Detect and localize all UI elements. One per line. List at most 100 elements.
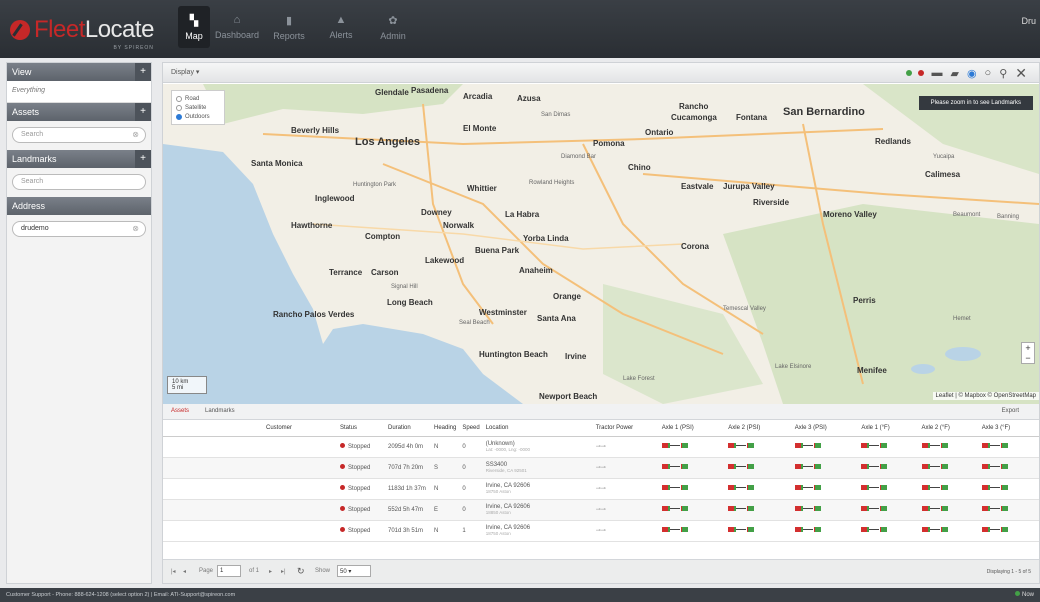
table-row[interactable]: Stopped 701d 3h 51m N 1 Irvine, CA 92606 1875…: [163, 520, 1039, 542]
first-page-button[interactable]: |◂: [171, 568, 176, 575]
clear-icon[interactable]: ⊗: [132, 130, 139, 139]
view-expand-icon[interactable]: +: [135, 63, 151, 81]
nav-reports[interactable]: ▮ Reports: [264, 6, 314, 48]
table-row[interactable]: Stopped 2095d 4h 0m N 0 (Unknown) Lat: -0000,…: [163, 436, 1039, 458]
cell-axle: [791, 478, 859, 500]
clear-icon[interactable]: ⊗: [132, 224, 139, 233]
power-plug-icon: ⊸⊸: [595, 507, 606, 513]
map-label-rancho: Rancho: [679, 102, 709, 111]
assets-expand-icon[interactable]: +: [135, 103, 151, 121]
column-header-heading[interactable]: Heading: [431, 420, 460, 437]
assets-search-input[interactable]: Search ⊗: [12, 127, 146, 143]
cell-location[interactable]: Irvine, CA 92606 18750 Aston: [482, 520, 593, 542]
axle-tire-icon: [981, 485, 1008, 490]
column-header-location[interactable]: Location: [482, 420, 593, 437]
logo-locate-text: Locate: [84, 16, 155, 43]
tab-landmarks[interactable]: Landmarks: [205, 408, 235, 414]
status-text: Stopped: [348, 444, 371, 450]
map-label-beaumont: Beaumont: [953, 212, 981, 218]
circle-icon[interactable]: ○: [985, 67, 992, 79]
layer-outdoors[interactable]: Outdoors: [176, 112, 220, 121]
map-view[interactable]: Glendale Pasadena Arcadia Azusa San Dima…: [163, 84, 1039, 404]
support-info[interactable]: Customer Support - Phone: 888-624-1208 (…: [6, 592, 235, 598]
view-header[interactable]: View +: [7, 63, 151, 81]
display-dropdown[interactable]: Display ▾: [171, 68, 199, 76]
map-label-fontana: Fontana: [736, 113, 768, 122]
search-icon[interactable]: ⚲: [999, 67, 1007, 80]
user-menu[interactable]: Dru: [1021, 16, 1036, 26]
column-header-axle2-temp[interactable]: Axle 2 (°F): [918, 420, 979, 437]
cluster-icon[interactable]: ▰: [950, 67, 958, 80]
map-label-san-bernardino: San Bernardino: [783, 106, 865, 118]
layer-satellite[interactable]: Satellite: [176, 103, 220, 112]
column-header-tractor-power[interactable]: Tractor Power: [592, 420, 659, 437]
map-label-whittier: Whittier: [467, 184, 497, 193]
map-label-anaheim: Anaheim: [519, 266, 553, 275]
layer-road[interactable]: Road: [176, 94, 220, 103]
location-subtext: Riverside, CA 92501: [485, 468, 527, 473]
column-header-axle1-psi[interactable]: Axle 1 (PSI): [658, 420, 726, 437]
column-header-axle3-psi[interactable]: Axle 3 (PSI): [791, 420, 859, 437]
map-label-arcadia: Arcadia: [463, 92, 493, 101]
cell-axle: [978, 478, 1039, 500]
table-row[interactable]: Stopped 707d 7h 20m S 0 SS3400 Riverside, CA …: [163, 457, 1039, 479]
nav-admin[interactable]: ✿ Admin: [368, 6, 418, 48]
zoom-in-button[interactable]: +: [1022, 343, 1034, 353]
landmarks-search-placeholder: Search: [21, 178, 44, 185]
next-page-button[interactable]: ▸: [269, 568, 272, 575]
fullscreen-icon[interactable]: ✕: [1015, 65, 1027, 82]
grid-pager: |◂ ◂ Page 1 of 1 ▸ ▸| ↻ Show 50 ▾ Displa…: [163, 559, 1039, 583]
column-header-axle1-temp[interactable]: Axle 1 (°F): [858, 420, 919, 437]
cell-heading: S: [431, 457, 460, 479]
tab-assets[interactable]: Assets: [171, 408, 189, 414]
table-body: Stopped 2095d 4h 0m N 0 (Unknown) Lat: -0000,…: [163, 436, 1039, 542]
moving-status-icon[interactable]: [906, 70, 913, 76]
axle-tire-icon: [981, 527, 1008, 532]
view-value[interactable]: Everything: [7, 81, 151, 103]
address-header[interactable]: Address: [7, 197, 151, 215]
stopped-status-icon[interactable]: [918, 70, 925, 76]
assets-search-placeholder: Search: [21, 131, 44, 138]
last-page-button[interactable]: ▸|: [281, 568, 286, 575]
table-row[interactable]: Stopped 1183d 1h 37m N 0 Irvine, CA 92606 187…: [163, 478, 1039, 500]
axle-tire-icon: [661, 485, 688, 490]
assets-header[interactable]: Assets +: [7, 103, 151, 121]
column-header-duration[interactable]: Duration: [385, 420, 431, 437]
column-header-axle2-psi[interactable]: Axle 2 (PSI): [725, 420, 792, 437]
column-header-axle3-temp[interactable]: Axle 3 (°F): [978, 420, 1039, 437]
cell-axle: [858, 499, 919, 521]
truck-icon[interactable]: ▬: [931, 67, 942, 79]
landmarks-header[interactable]: Landmarks +: [7, 150, 151, 168]
assets-header-label: Assets: [12, 107, 40, 117]
cell-heading: N: [431, 436, 460, 458]
map-label-hemet: Hemet: [953, 316, 971, 322]
nav-alerts[interactable]: ▲ Alerts: [316, 6, 366, 48]
nav-dashboard[interactable]: ⌂ Dashboard: [212, 6, 262, 48]
landmarks-search-input[interactable]: Search: [12, 174, 146, 190]
column-header-speed[interactable]: Speed: [459, 420, 483, 437]
map-attribution[interactable]: Leaflet | © Mapbox © OpenStreetMap: [932, 392, 1039, 400]
table-row[interactable]: Stopped 552d 5h 47m E 0 Irvine, CA 92606 1885…: [163, 499, 1039, 521]
cell-location[interactable]: Irvine, CA 92606 18750 Aston: [482, 478, 593, 500]
column-header-name[interactable]: [163, 420, 263, 437]
prev-page-button[interactable]: ◂: [183, 568, 186, 575]
page-size-select[interactable]: 50 ▾: [337, 565, 371, 577]
logo-subtitle: BY SPIREON: [113, 45, 154, 51]
target-icon[interactable]: ◉: [967, 67, 977, 80]
address-search-input[interactable]: drudemo ⊗: [12, 221, 146, 237]
page-input[interactable]: 1: [217, 565, 241, 577]
zoom-out-button[interactable]: −: [1022, 353, 1034, 363]
cell-location[interactable]: (Unknown) Lat: -0000, Lng: -0000: [482, 436, 593, 458]
nav-map[interactable]: ▚ Map: [178, 6, 210, 48]
refresh-icon[interactable]: ↻: [297, 566, 305, 577]
column-header-status[interactable]: Status: [337, 420, 385, 437]
cell-location[interactable]: SS3400 Riverside, CA 92501: [482, 457, 593, 479]
column-header-customer[interactable]: Customer: [263, 420, 337, 437]
cell-customer: [263, 499, 337, 521]
cell-location[interactable]: Irvine, CA 92606 18850 Aston: [482, 499, 593, 521]
fleetlocate-logo[interactable]: Fleet Locate BY SPIREON: [10, 12, 155, 51]
cell-speed: 0: [459, 499, 483, 521]
export-button[interactable]: Export: [1002, 408, 1019, 414]
landmarks-expand-icon[interactable]: +: [135, 150, 151, 168]
map-label-moreno-valley: Moreno Valley: [823, 210, 877, 219]
